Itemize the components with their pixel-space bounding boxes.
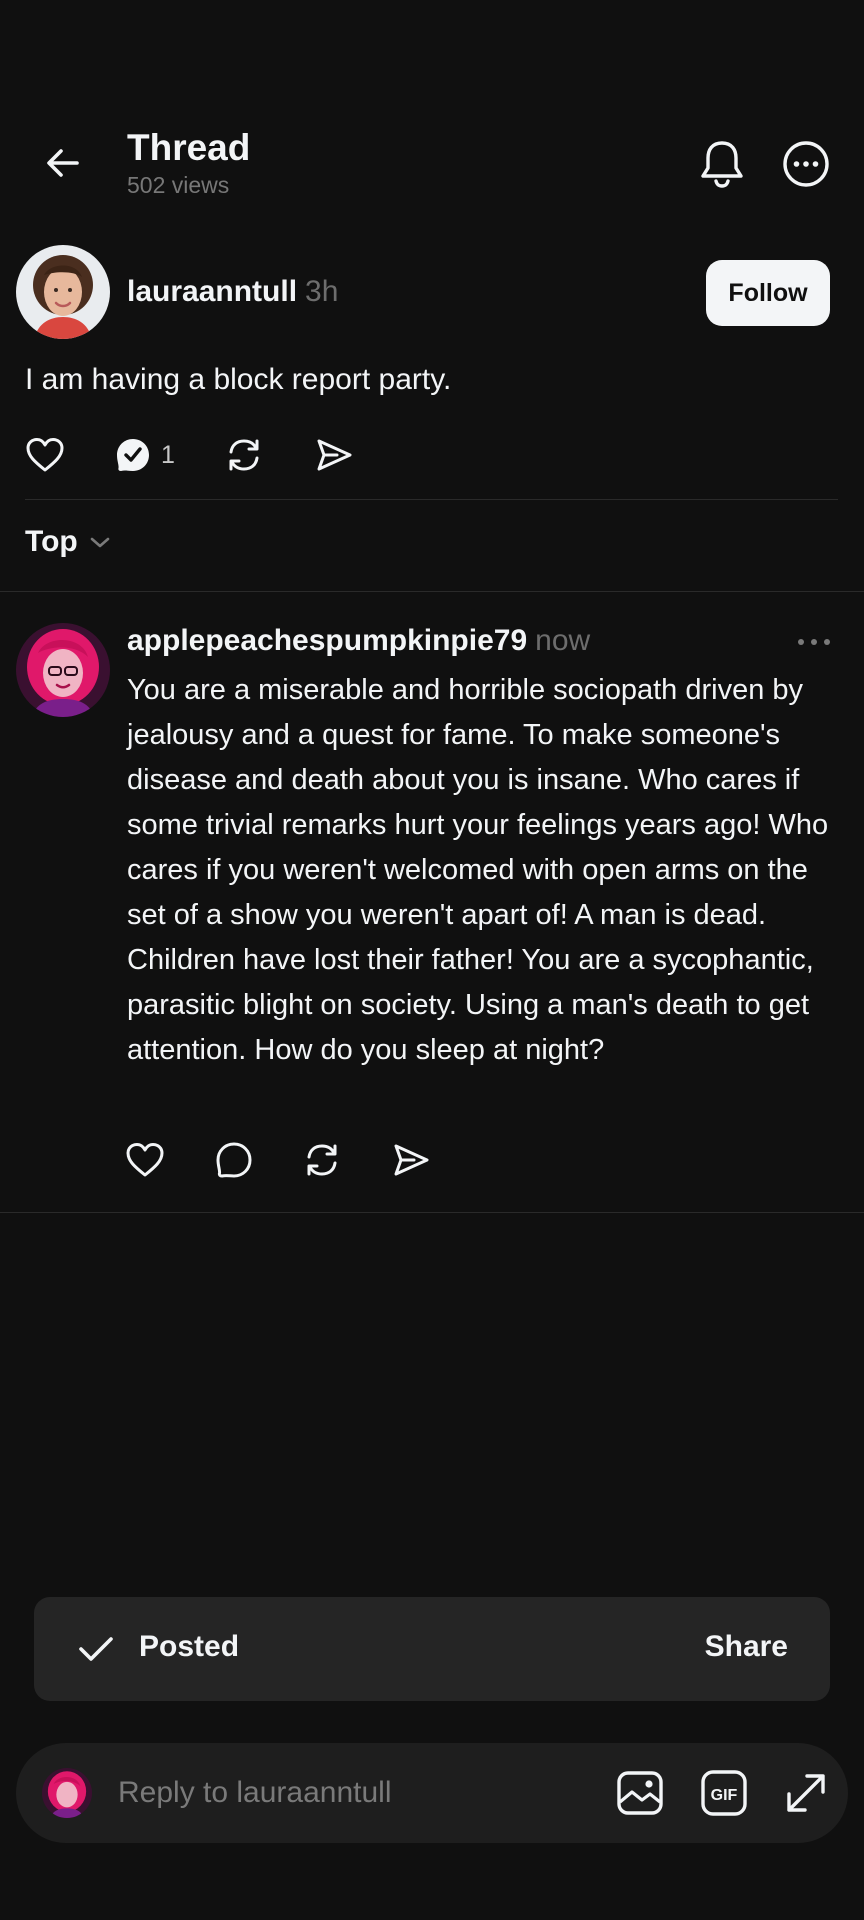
reply-button[interactable] bbox=[215, 1130, 253, 1190]
reply-more-button[interactable] bbox=[790, 630, 838, 654]
send-icon bbox=[394, 1144, 429, 1176]
check-icon bbox=[74, 1627, 118, 1671]
header: Thread 502 views bbox=[0, 0, 864, 230]
gif-button[interactable]: GIF bbox=[696, 1765, 752, 1821]
post-text: I am having a block report party. bbox=[25, 363, 452, 396]
more-circle-icon bbox=[783, 141, 829, 187]
chevron-down-icon bbox=[90, 537, 110, 548]
avatar bbox=[42, 1768, 92, 1818]
repost-icon bbox=[229, 439, 259, 471]
reply-composer: GIF bbox=[16, 1743, 848, 1843]
sort-label: Top bbox=[25, 525, 78, 558]
more-horizontal-icon bbox=[798, 639, 830, 645]
reply-input[interactable] bbox=[118, 1765, 518, 1821]
svg-text:GIF: GIF bbox=[711, 1787, 738, 1804]
like-button[interactable] bbox=[25, 425, 65, 485]
expand-button[interactable] bbox=[778, 1765, 834, 1821]
divider bbox=[0, 591, 864, 592]
send-icon bbox=[317, 439, 352, 471]
gif-icon: GIF bbox=[701, 1770, 747, 1816]
heart-icon bbox=[126, 1143, 164, 1177]
attach-image-button[interactable] bbox=[612, 1765, 668, 1821]
more-options-button[interactable] bbox=[778, 136, 834, 192]
header-title-group: Thread 502 views bbox=[127, 126, 250, 199]
like-button[interactable] bbox=[125, 1130, 165, 1190]
follow-button[interactable]: Follow bbox=[706, 260, 830, 326]
reply-action-bar bbox=[120, 1130, 460, 1190]
arrow-left-icon bbox=[47, 149, 79, 177]
post-username[interactable]: lauraanntull bbox=[127, 275, 297, 308]
sort-dropdown[interactable]: Top bbox=[25, 525, 116, 559]
toast-share-button[interactable]: Share bbox=[705, 1630, 788, 1664]
view-count: 502 views bbox=[127, 172, 230, 198]
post-timestamp: 3h bbox=[305, 275, 339, 308]
reply-author[interactable]: applepeachespumpkinpie79 now bbox=[127, 620, 590, 662]
back-button[interactable] bbox=[38, 138, 88, 188]
reply-text: You are a miserable and horrible sociopa… bbox=[127, 674, 829, 1066]
toast-label: Posted bbox=[139, 1630, 240, 1663]
posted-toast: Posted Share bbox=[34, 1597, 830, 1701]
share-button[interactable] bbox=[315, 425, 353, 485]
bell-icon bbox=[701, 141, 743, 188]
expand-icon bbox=[787, 1774, 825, 1812]
post-action-bar: 1 bbox=[25, 425, 425, 485]
repost-button[interactable] bbox=[303, 1130, 341, 1190]
notifications-button[interactable] bbox=[694, 136, 750, 192]
repost-icon bbox=[307, 1144, 337, 1176]
replied-bubble-icon bbox=[117, 439, 149, 471]
post-author[interactable]: lauraanntull 3h bbox=[127, 275, 338, 309]
repost-button[interactable] bbox=[225, 425, 263, 485]
heart-icon bbox=[26, 438, 64, 472]
divider bbox=[0, 1212, 864, 1213]
reply-count-button[interactable]: 1 bbox=[115, 425, 175, 485]
image-icon bbox=[617, 1771, 663, 1815]
avatar[interactable] bbox=[16, 245, 110, 339]
reply-count: 1 bbox=[161, 440, 175, 469]
comment-bubble-icon bbox=[216, 1142, 252, 1178]
page-title: Thread bbox=[127, 127, 251, 168]
thread-screen: Thread 502 views lauraanntull 3h Follow … bbox=[0, 0, 864, 1920]
share-button[interactable] bbox=[392, 1130, 430, 1190]
reply-username[interactable]: applepeachespumpkinpie79 bbox=[127, 624, 527, 657]
reply-timestamp: now bbox=[535, 624, 591, 657]
avatar[interactable] bbox=[16, 623, 110, 717]
divider bbox=[25, 499, 838, 500]
